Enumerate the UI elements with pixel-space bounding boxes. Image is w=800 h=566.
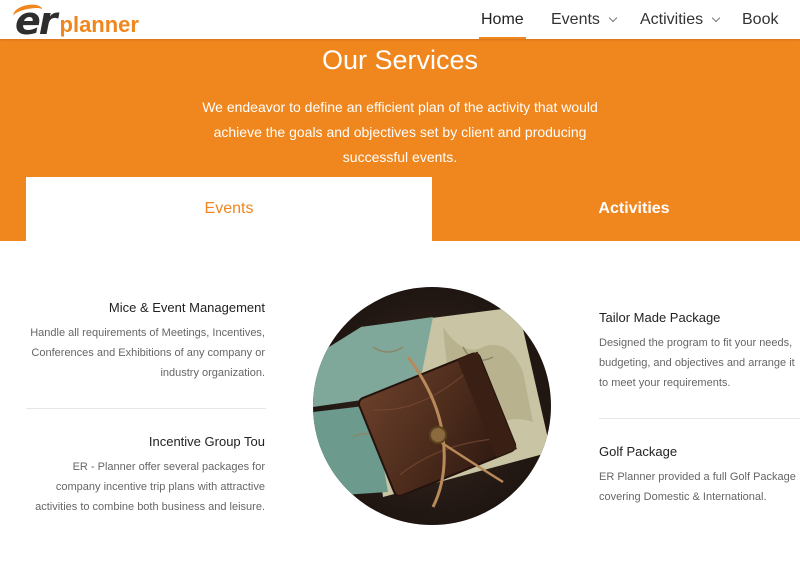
service-tailor-made[interactable]: Tailor Made Package Designed the program… bbox=[599, 310, 800, 393]
hero-subtitle: We endeavor to define an efficient plan … bbox=[202, 99, 598, 165]
chevron-down-icon bbox=[711, 13, 721, 22]
service-description: ER - Planner offer several packages for … bbox=[35, 461, 265, 513]
nav-item-home[interactable]: Home bbox=[479, 0, 526, 39]
leather-journal-on-map-image bbox=[313, 287, 551, 525]
top-navbar: er planner Home Events Activities Book bbox=[0, 0, 800, 40]
er-planner-logo[interactable]: er planner bbox=[11, 1, 139, 40]
service-description: Designed the program to fit your needs, … bbox=[599, 337, 795, 389]
tab-activities[interactable]: Activities bbox=[432, 177, 800, 241]
service-golf-package[interactable]: Golf Package ER Planner provided a full … bbox=[599, 444, 800, 507]
nav-label: Activities bbox=[640, 10, 704, 28]
service-mice-event[interactable]: Mice & Event Management Handle all requi… bbox=[26, 300, 265, 383]
service-title: Golf Package bbox=[599, 444, 678, 459]
service-incentive-group[interactable]: Incentive Group Tou ER - Planner offer s… bbox=[26, 434, 265, 517]
tab-label: Events bbox=[204, 200, 254, 217]
service-description: Handle all requirements of Meetings, Inc… bbox=[30, 327, 265, 379]
nav-label: Home bbox=[481, 10, 524, 28]
service-title: Tailor Made Package bbox=[599, 310, 721, 325]
service-title: Incentive Group Tou bbox=[148, 434, 265, 449]
active-underline bbox=[479, 37, 526, 39]
photo-illustration bbox=[313, 287, 551, 525]
service-title: Mice & Event Management bbox=[108, 300, 265, 315]
chevron-down-icon bbox=[608, 13, 618, 22]
tab-label: Activities bbox=[598, 200, 670, 217]
nav-item-events[interactable]: Events bbox=[551, 0, 618, 39]
service-description: ER Planner provided a full Golf Package … bbox=[599, 471, 796, 503]
nav-label: Book bbox=[742, 10, 779, 28]
page-title: Our Services bbox=[321, 45, 479, 75]
tab-events[interactable]: Events bbox=[26, 177, 432, 241]
divider bbox=[26, 408, 266, 409]
logo-word: planner bbox=[59, 12, 139, 37]
nav-item-book[interactable]: Book bbox=[742, 0, 778, 39]
divider bbox=[599, 418, 800, 419]
nav-item-activities[interactable]: Activities bbox=[640, 0, 721, 39]
nav-label: Events bbox=[551, 10, 600, 28]
logo-mark: er bbox=[11, 2, 57, 40]
